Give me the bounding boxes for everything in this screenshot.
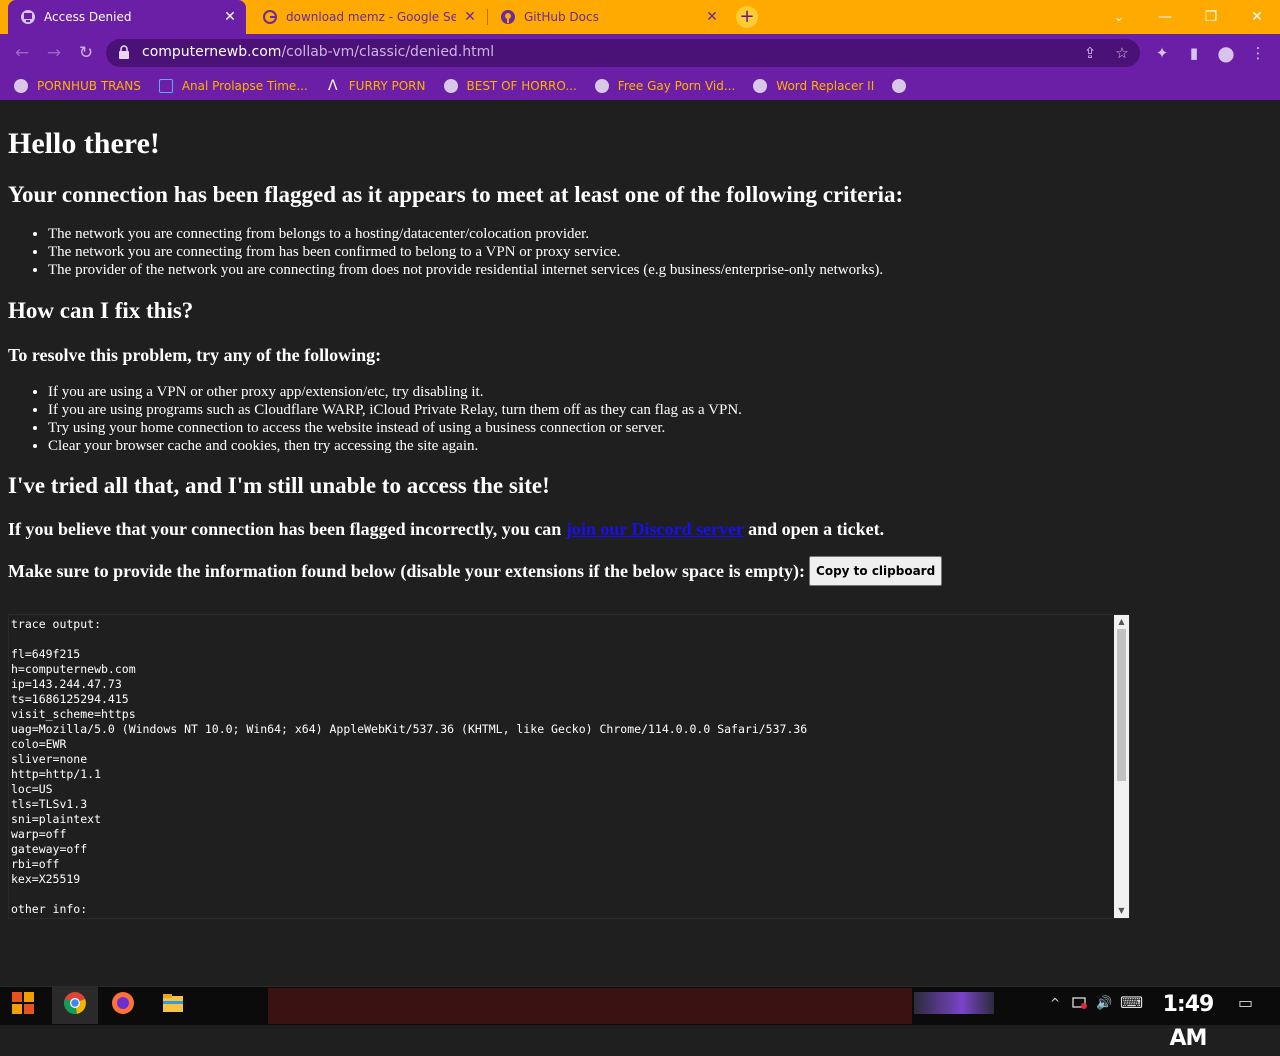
- tab-label: Access Denied: [44, 10, 132, 24]
- provide-paragraph: Make sure to provide the information fou…: [8, 556, 1272, 588]
- tray-chevron-icon[interactable]: ^: [1050, 996, 1060, 1010]
- reload-button[interactable]: ↻: [74, 42, 98, 64]
- taskbar-empty-area: [268, 988, 912, 1024]
- globe-icon: [443, 79, 458, 93]
- scrollbar-thumb[interactable]: [1117, 629, 1126, 781]
- bookmark-item[interactable]: Word Replacer II: [753, 79, 874, 93]
- chrome-icon: [892, 79, 907, 93]
- bookmark-label: BEST OF HORRO...: [466, 79, 577, 93]
- page-content: Hello there! Your connection has been fl…: [8, 100, 1272, 588]
- tab-access-denied[interactable]: Access Denied ✕: [8, 0, 246, 34]
- list-item: If you are using a VPN or other proxy ap…: [48, 383, 1272, 401]
- tray-decoration: [914, 992, 994, 1014]
- bookmarks-bar: PORNHUB TRANS Anal Prolapse Time... Λ FUR…: [0, 72, 1280, 100]
- tab-github-docs[interactable]: GitHub Docs ✕: [488, 0, 728, 34]
- copy-to-clipboard-button[interactable]: Copy to clipboard: [809, 556, 943, 586]
- github-icon: [500, 9, 516, 25]
- start-icon: [10, 990, 36, 1021]
- list-item: The network you are connecting from belo…: [48, 225, 1272, 243]
- close-icon[interactable]: ✕: [222, 9, 238, 25]
- url-path: /collab-vm/classic/denied.html: [281, 44, 495, 60]
- lock-icon[interactable]: [118, 45, 130, 59]
- new-tab-button[interactable]: +: [736, 6, 758, 28]
- url-text[interactable]: computernewb.com/collab-vm/classic/denie…: [142, 44, 494, 60]
- bookmark-item[interactable]: Anal Prolapse Time...: [158, 79, 308, 93]
- list-item: Try using your home connection to access…: [48, 419, 1272, 437]
- url-host: computernewb.com: [142, 44, 282, 60]
- menu-icon[interactable]: ⋮: [1247, 42, 1269, 64]
- close-icon[interactable]: ✕: [462, 9, 478, 25]
- site-icon: [158, 79, 173, 93]
- trace-output-text: trace output: fl=649f215 h=computernewb.…: [11, 617, 808, 916]
- taskbar-clock[interactable]: 1:49 AM: [1156, 988, 1220, 1051]
- tab-search-chevron-icon[interactable]: ⌄: [1096, 0, 1142, 34]
- incorrect-suffix: and open a ticket.: [743, 519, 885, 539]
- list-item: If you are using programs such as Cloudf…: [48, 401, 1272, 419]
- incorrect-prefix: If you believe that your connection has …: [8, 519, 566, 539]
- tab-google-search[interactable]: download memz - Google Search ✕: [250, 0, 486, 34]
- bookmark-item[interactable]: PORNHUB TRANS: [14, 79, 141, 93]
- notifications-icon[interactable]: ▭: [1238, 993, 1253, 1012]
- bookmark-star-icon[interactable]: ☆: [1111, 42, 1133, 64]
- discord-link[interactable]: join our Discord server: [566, 519, 744, 539]
- share-icon[interactable]: ⇪: [1079, 42, 1101, 64]
- profile-avatar-icon[interactable]: ●: [1215, 42, 1237, 64]
- forward-button[interactable]: →: [42, 42, 66, 64]
- bookmark-item[interactable]: Free Gay Porn Vid...: [594, 79, 736, 93]
- keyboard-icon[interactable]: ⌨: [1120, 993, 1143, 1012]
- bookmark-label: Anal Prolapse Time...: [181, 79, 308, 93]
- page-title: Hello there!: [8, 127, 160, 160]
- taskbar-firefox[interactable]: [100, 986, 146, 1024]
- maximize-button[interactable]: ❐: [1188, 0, 1234, 34]
- taskbar-chrome[interactable]: [52, 986, 98, 1024]
- google-icon: [262, 9, 278, 25]
- provide-text: Make sure to provide the information fou…: [8, 561, 806, 582]
- list-item: Clear your browser cache and cookies, th…: [48, 437, 1272, 455]
- start-button[interactable]: [0, 986, 46, 1024]
- file-explorer-icon: [161, 992, 185, 1019]
- chrome-icon: [63, 991, 87, 1020]
- extensions-icon[interactable]: ✦: [1151, 42, 1173, 64]
- firefox-icon: [111, 991, 135, 1020]
- fix-heading: How can I fix this?: [8, 298, 194, 323]
- tab-label: download memz - Google Search: [286, 10, 456, 24]
- volume-icon[interactable]: 🔊: [1096, 996, 1112, 1011]
- flag-heading: Your connection has been flagged as it a…: [8, 182, 904, 207]
- globe-icon: [753, 79, 768, 93]
- side-panel-icon[interactable]: ▮: [1183, 42, 1205, 64]
- collab-vm-icon: [594, 79, 609, 93]
- resolve-heading: To resolve this problem, try any of the …: [8, 345, 382, 365]
- list-item: The provider of the network you are conn…: [48, 261, 1272, 279]
- tried-heading: I've tried all that, and I'm still unabl…: [8, 473, 550, 498]
- bookmark-label: FURRY PORN: [348, 79, 426, 93]
- incorrect-paragraph: If you believe that your connection has …: [8, 517, 1272, 541]
- scrollbar[interactable]: ▲ ▼: [1114, 615, 1129, 918]
- list-item: The network you are connecting from has …: [48, 243, 1272, 261]
- collab-vm-icon: [20, 9, 36, 25]
- taskbar-file-explorer[interactable]: [150, 986, 196, 1024]
- bookmark-item[interactable]: BEST OF HORRO...: [443, 79, 577, 93]
- close-icon[interactable]: ✕: [704, 9, 720, 25]
- back-button[interactable]: ←: [10, 42, 34, 64]
- network-icon[interactable]: [1072, 996, 1088, 1013]
- fixes-list: If you are using a VPN or other proxy ap…: [8, 383, 1272, 455]
- bookmark-label: Free Gay Porn Vid...: [617, 79, 736, 93]
- minimize-button[interactable]: —: [1142, 0, 1188, 34]
- close-window-button[interactable]: ✕: [1234, 0, 1280, 34]
- globe-icon: [14, 79, 28, 93]
- bookmark-label: Word Replacer II: [776, 79, 875, 93]
- trace-output-box[interactable]: trace output: fl=649f215 h=computernewb.…: [8, 614, 1130, 919]
- scroll-down-icon[interactable]: ▼: [1114, 904, 1129, 918]
- bookmark-item[interactable]: [892, 79, 915, 93]
- bookmark-item[interactable]: Λ FURRY PORN: [326, 79, 426, 93]
- bookmark-label: PORNHUB TRANS: [37, 79, 141, 93]
- scroll-up-icon[interactable]: ▲: [1114, 615, 1129, 629]
- tab-label: GitHub Docs: [524, 10, 599, 24]
- a-logo-icon: Λ: [327, 78, 338, 94]
- criteria-list: The network you are connecting from belo…: [8, 225, 1272, 279]
